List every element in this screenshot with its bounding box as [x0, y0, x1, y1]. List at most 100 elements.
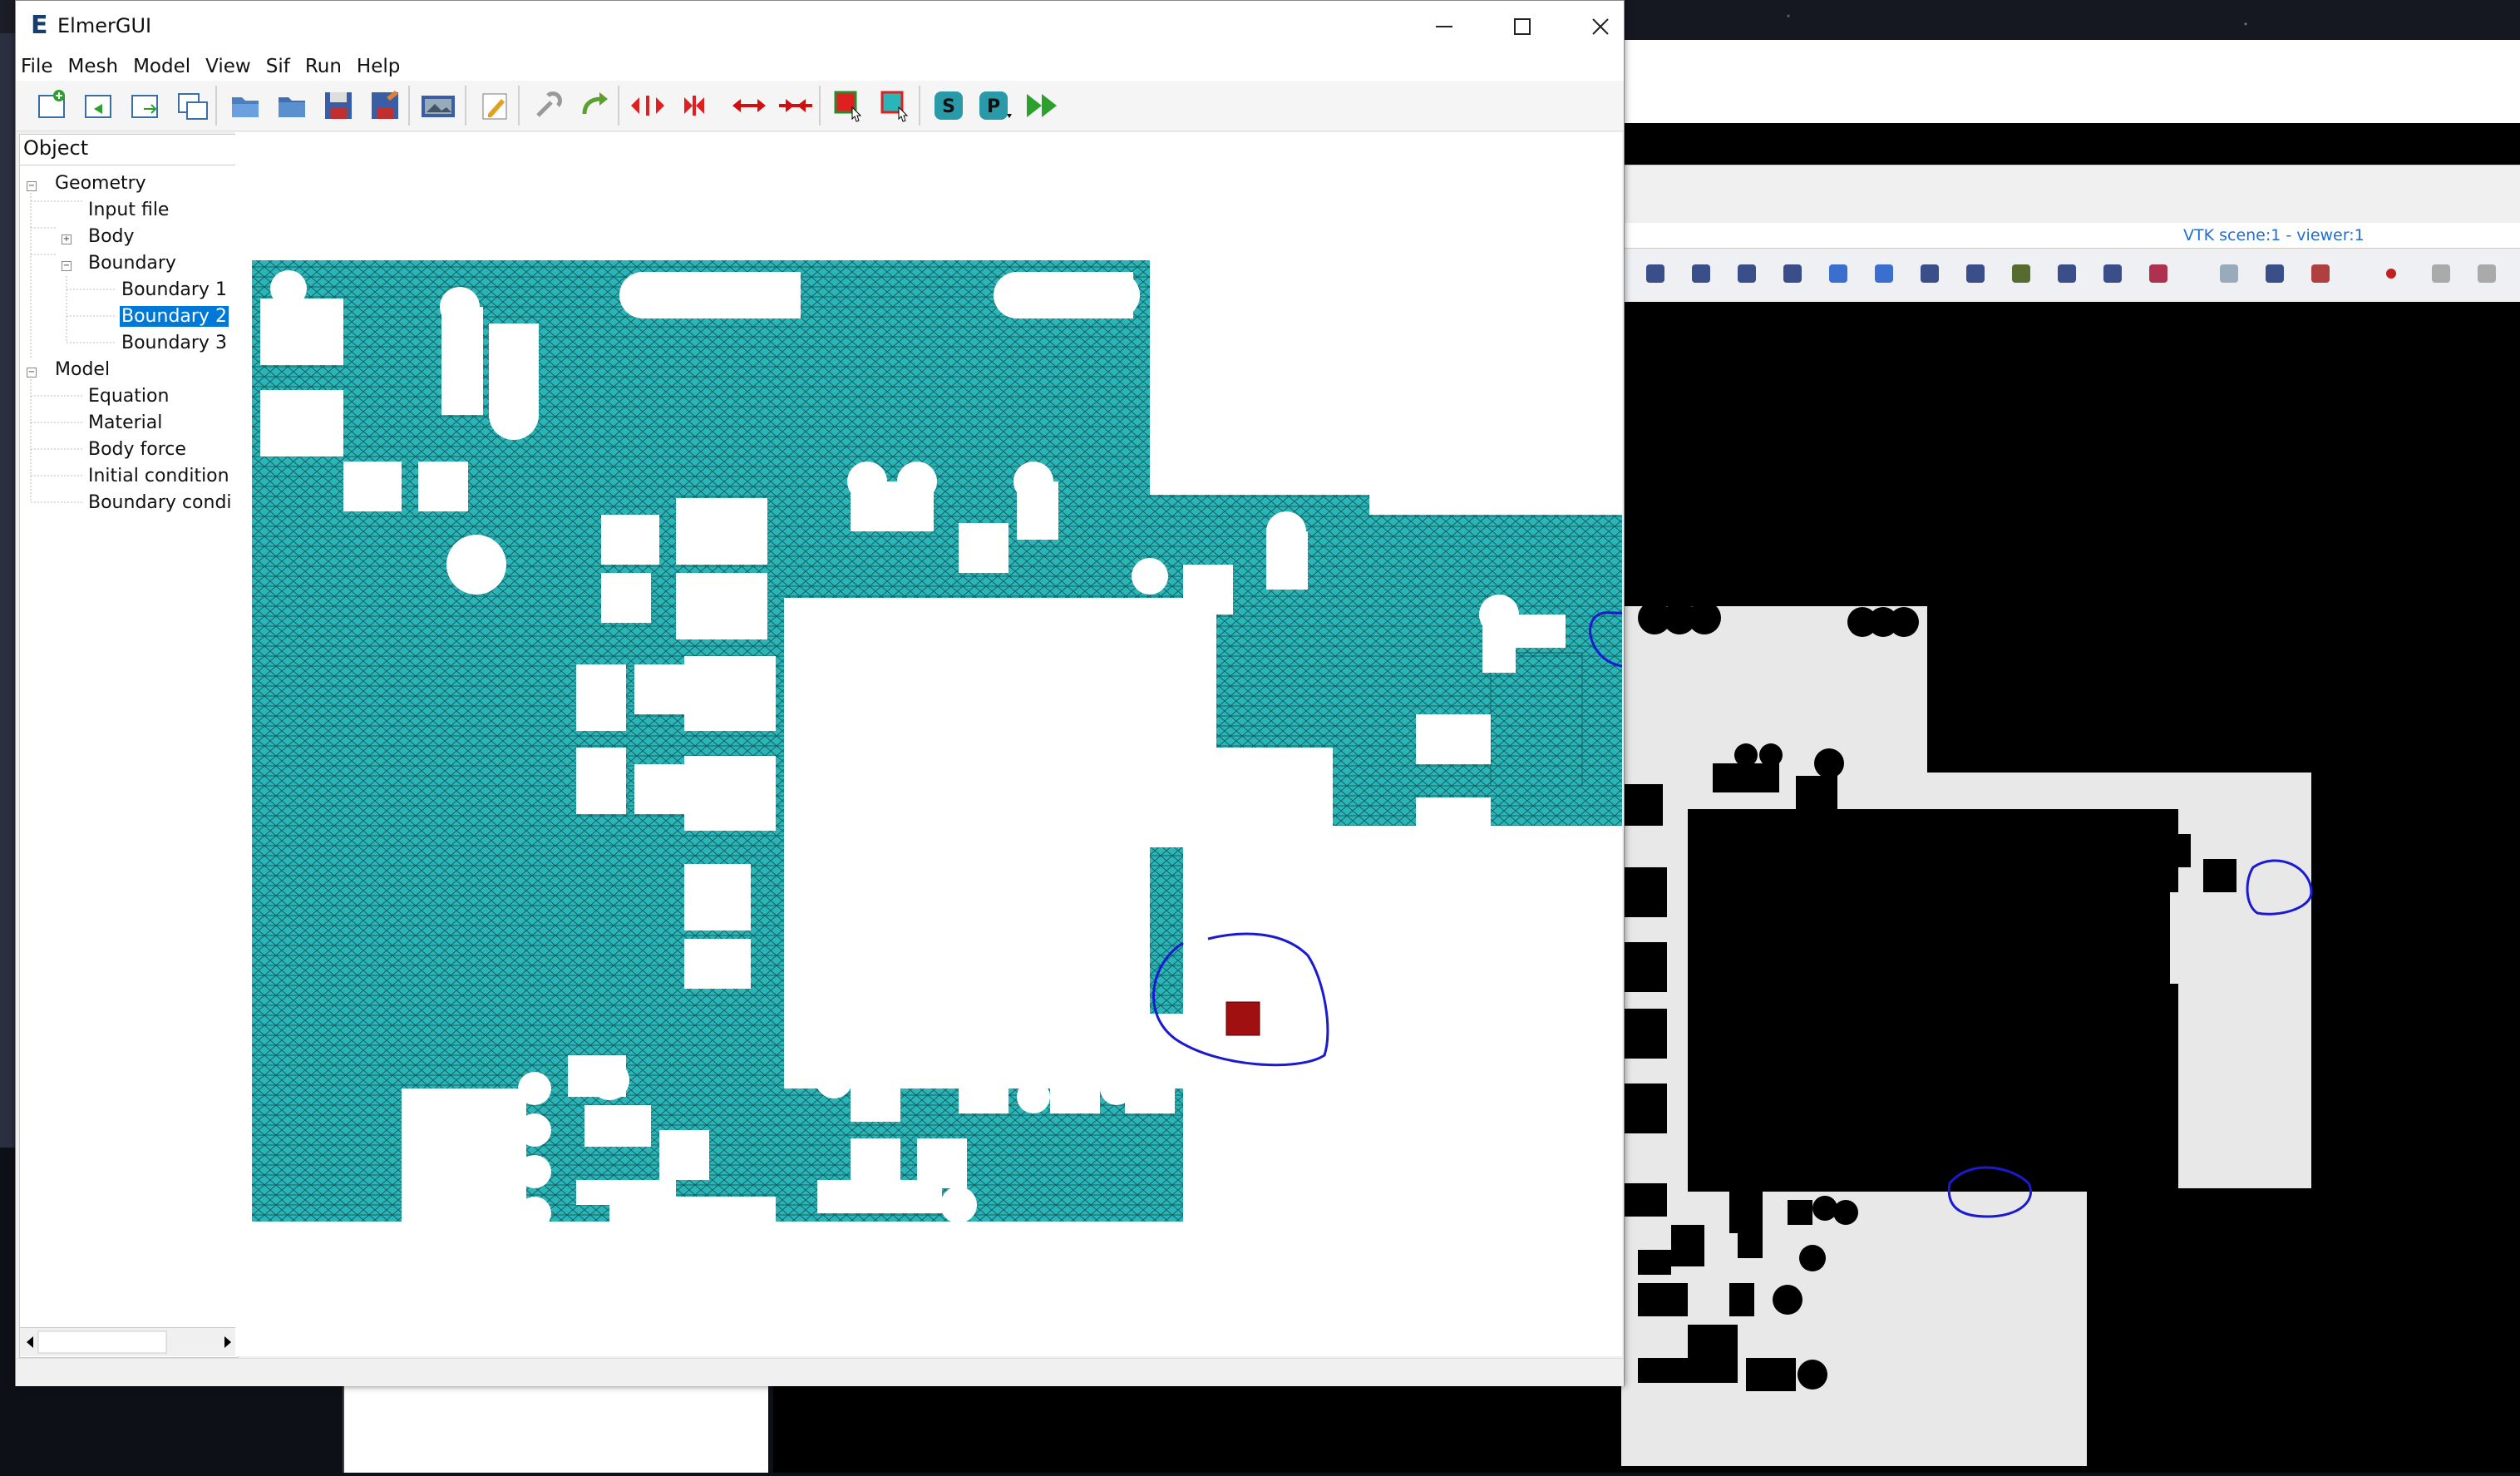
pcb-mesh-view — [252, 260, 1671, 1230]
open-folder-2-icon — [279, 97, 305, 117]
stop-icon[interactable] — [2478, 264, 2496, 283]
graduated-axes-icon[interactable] — [2149, 264, 2167, 283]
run-icon — [1027, 94, 1057, 117]
menu-model[interactable]: Model — [126, 52, 198, 81]
toolbar-separator — [215, 86, 217, 126]
rotate-ccw-icon[interactable] — [1829, 264, 1847, 283]
menu-help[interactable]: Help — [349, 52, 407, 81]
divide-edge-button[interactable] — [731, 87, 767, 124]
redo-button[interactable] — [576, 87, 613, 124]
vtk-top-area — [1621, 40, 2520, 123]
view-top-icon[interactable] — [1783, 264, 1802, 283]
select-box-button[interactable] — [877, 87, 914, 124]
svg-text:P: P — [987, 96, 1000, 117]
open-folder-button[interactable] — [227, 87, 264, 124]
play-icon[interactable] — [2432, 264, 2450, 283]
unify-surface-icon — [684, 96, 704, 116]
save-button[interactable] — [320, 87, 357, 124]
duplicate-button[interactable] — [174, 87, 210, 124]
selected-boundary-highlight — [1225, 1001, 1260, 1036]
run-button[interactable] — [1023, 87, 1060, 124]
main-toolbar: S P — [16, 81, 1624, 131]
unify-edge-icon — [779, 99, 812, 112]
wireframe-icon[interactable] — [2266, 264, 2284, 283]
new-geometry-icon — [85, 95, 111, 118]
toolbar-separator — [819, 86, 821, 126]
edit-icon — [482, 93, 507, 120]
zoom-icon[interactable] — [1921, 264, 1939, 283]
new-geometry-button[interactable] — [81, 87, 117, 124]
background-window — [343, 1385, 768, 1473]
post-process-icon: P — [979, 91, 1012, 120]
menu-file[interactable]: File — [16, 52, 61, 81]
vtk-view-toolbar — [1621, 252, 2520, 298]
vtk-3d-view[interactable] — [1621, 302, 2520, 1473]
elmergui-window: E ElmerGUI File Mesh Model View Sif Run Help — [15, 0, 1671, 1386]
toolbar-separator — [465, 86, 466, 126]
vtk-viewer-window: VTK scene:1 - viewer:1 — [1621, 40, 2520, 1473]
new-file-button[interactable] — [34, 87, 71, 124]
menu-view[interactable]: View — [198, 52, 259, 81]
menu-run[interactable]: Run — [298, 52, 349, 81]
maximize-button[interactable] — [1482, 1, 1562, 52]
mesh-view-canvas[interactable] — [235, 132, 1671, 1356]
solver-input-icon: S — [935, 91, 963, 120]
record-icon[interactable] — [2386, 269, 2396, 279]
toolbar-separator — [408, 86, 410, 126]
status-bar — [16, 1358, 1624, 1386]
maximize-icon — [1514, 18, 1531, 35]
minimize-button[interactable] — [1404, 1, 1484, 52]
rotate-cw-icon[interactable] — [1875, 264, 1893, 283]
remesh-button[interactable] — [530, 87, 566, 124]
select-box-icon — [880, 91, 909, 122]
window-titlebar: E ElmerGUI — [16, 1, 1624, 52]
select-icon — [834, 91, 862, 122]
screenshot-button[interactable] — [420, 87, 456, 124]
view-front-icon[interactable] — [1692, 264, 1710, 283]
view-back-icon[interactable] — [1738, 264, 1756, 283]
duplicate-icon — [178, 93, 208, 120]
vtk-viewer-titlebar: VTK scene:1 - viewer:1 — [1621, 223, 2520, 249]
screenshot-icon — [422, 96, 455, 117]
save-icon — [325, 92, 352, 119]
close-icon — [1592, 18, 1609, 35]
view-fit-icon[interactable] — [1646, 264, 1664, 283]
unify-surface-button[interactable] — [676, 87, 713, 124]
screenshot-icon[interactable] — [2012, 264, 2030, 283]
minimize-icon — [1436, 26, 1452, 27]
menu-sif[interactable]: Sif — [259, 52, 298, 81]
scaling-icon[interactable] — [2103, 264, 2122, 283]
menu-bar: File Mesh Model View Sif Run Help — [16, 52, 1624, 81]
menu-mesh[interactable]: Mesh — [61, 52, 126, 81]
new-file-icon — [38, 90, 65, 118]
toolbar-separator — [919, 86, 920, 126]
open-file-button[interactable] — [127, 87, 164, 124]
solver-input-button[interactable]: S — [930, 87, 967, 124]
redo-icon — [582, 92, 608, 115]
divide-edge-icon — [732, 99, 766, 112]
close-button[interactable] — [1561, 1, 1640, 52]
select-button[interactable] — [831, 87, 867, 124]
post-process-button[interactable]: P — [977, 87, 1013, 124]
divide-surface-icon — [631, 96, 664, 116]
save-as-button[interactable] — [367, 87, 403, 124]
tree-guide-lines — [30, 190, 116, 503]
unify-edge-button[interactable] — [777, 87, 814, 124]
save-as-icon — [372, 91, 398, 119]
pcb-mesh-grey-view — [1621, 601, 2313, 1466]
shading-icon[interactable] — [2220, 264, 2238, 283]
divide-surface-button[interactable] — [629, 87, 666, 124]
desktop-icons-strip — [0, 33, 17, 1148]
pan-icon[interactable] — [1966, 264, 1985, 283]
app-icon: E — [31, 11, 48, 40]
display-icon[interactable] — [2311, 264, 2330, 283]
vtk-viewer-title: VTK scene:1 - viewer:1 — [2183, 226, 2365, 244]
clipping-icon[interactable] — [2058, 264, 2076, 283]
edit-button[interactable] — [476, 87, 513, 124]
svg-text:S: S — [942, 96, 955, 117]
scrollbar-graphic — [27, 1330, 231, 1354]
horizontal-scrollbar[interactable] — [20, 1327, 238, 1356]
toolbar-separator — [518, 86, 520, 126]
open-folder-2-button[interactable] — [274, 87, 310, 124]
toolbar-separator — [618, 86, 619, 126]
